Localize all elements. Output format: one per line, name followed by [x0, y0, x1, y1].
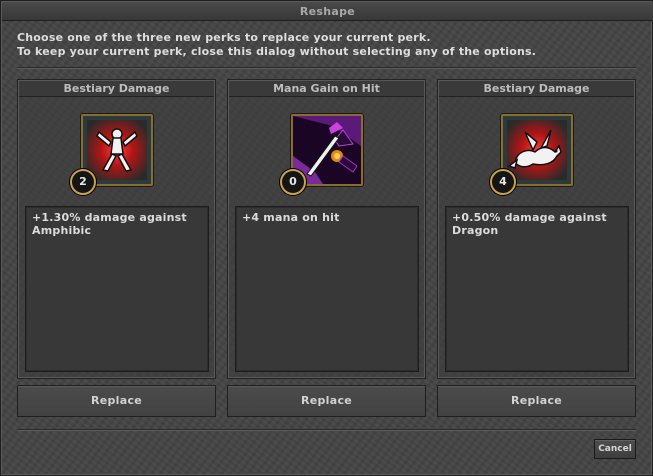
cancel-button[interactable]: Cancel: [594, 439, 636, 459]
perk-description: +0.50% damage against Dragon: [445, 206, 629, 372]
perk-description: +4 mana on hit: [235, 206, 419, 372]
replace-button-3[interactable]: Replace: [437, 385, 636, 417]
perk-title: Mana Gain on Hit: [229, 81, 424, 97]
perk-title: Bestiary Damage: [19, 81, 214, 97]
perk-option-2[interactable]: Mana Gain on Hit 0 +4 mana on hit: [227, 79, 426, 379]
perk-option-1[interactable]: Bestiary Damage 2 +1.30% damage against …: [17, 79, 216, 379]
perk-level-badge: 2: [70, 169, 96, 195]
divider: [17, 67, 636, 69]
replace-button-2[interactable]: Replace: [227, 385, 426, 417]
intro-text: Choose one of the three new perks to rep…: [17, 31, 536, 59]
perk-description: +1.30% damage against Amphibic: [25, 206, 209, 372]
perk-title: Bestiary Damage: [439, 81, 634, 97]
dialog-title: Reshape: [2, 2, 653, 21]
replace-button-1[interactable]: Replace: [17, 385, 216, 417]
footer-divider: [17, 429, 636, 431]
intro-line-1: Choose one of the three new perks to rep…: [17, 31, 431, 44]
perk-option-3[interactable]: Bestiary Damage 4 +0.50% damage against …: [437, 79, 636, 379]
perk-level-badge: 0: [280, 169, 306, 195]
perk-level-badge: 4: [490, 169, 516, 195]
intro-line-2: To keep your current perk, close this di…: [17, 45, 537, 58]
reshape-dialog: Reshape Choose one of the three new perk…: [0, 0, 653, 476]
